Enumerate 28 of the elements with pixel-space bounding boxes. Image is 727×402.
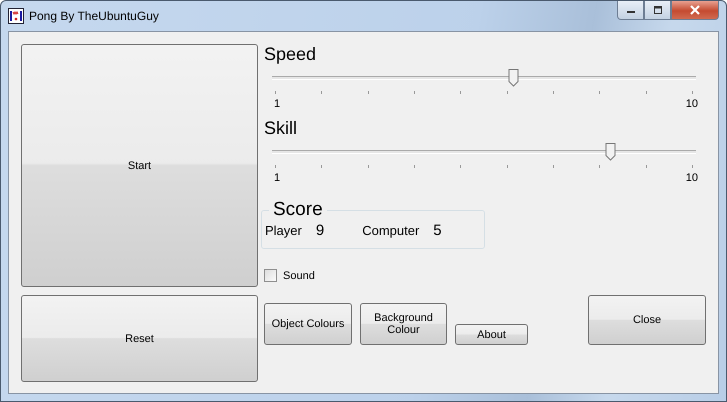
min-label: 1 (274, 98, 280, 110)
reset-button[interactable]: Reset (21, 295, 258, 382)
max-label: 10 (686, 98, 698, 110)
about-button[interactable]: About (455, 324, 528, 345)
computer-label: Computer (362, 223, 420, 238)
slider-label: Skill (264, 118, 298, 140)
maximize-icon (652, 6, 662, 14)
score-title: Score (272, 199, 324, 221)
computer-score: 5 (433, 222, 442, 239)
background-colour-button[interactable]: Background Colour (360, 303, 447, 345)
window-title: Pong By TheUbuntuGuy (29, 9, 159, 23)
object-colours-button[interactable]: Object Colours (264, 303, 352, 345)
sound-label: Sound (283, 270, 315, 282)
player-label: Player (265, 223, 302, 238)
sound-checkbox[interactable] (264, 269, 277, 282)
slider-thumb[interactable] (604, 142, 616, 161)
player-score: 9 (316, 222, 324, 239)
slider-thumb[interactable] (508, 68, 520, 87)
app-icon (8, 8, 24, 24)
slider-label: Speed (264, 44, 318, 66)
close-icon (689, 5, 701, 15)
min-label: 1 (274, 172, 280, 184)
close-button[interactable] (671, 1, 719, 20)
maximize-button[interactable] (644, 1, 671, 20)
close-app-button[interactable]: Close (588, 295, 706, 345)
max-label: 10 (686, 172, 698, 184)
start-button[interactable]: Start (21, 44, 258, 287)
minimize-button[interactable] (617, 1, 644, 20)
